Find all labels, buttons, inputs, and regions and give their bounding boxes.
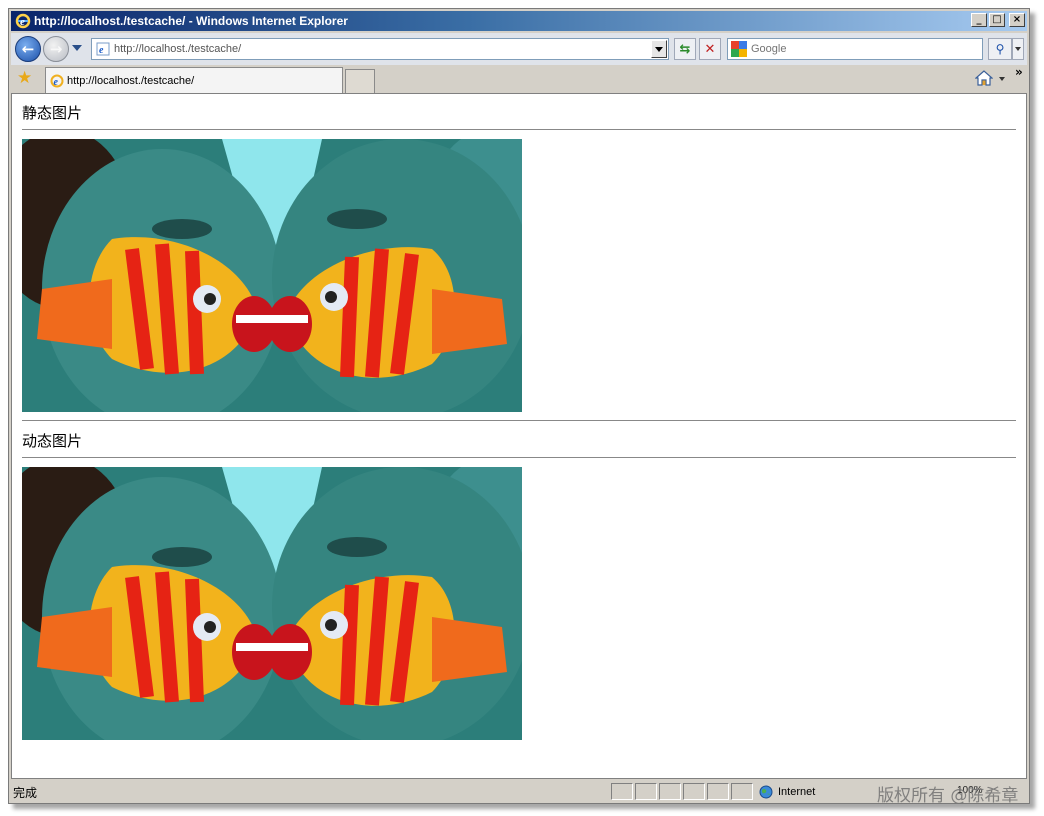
- page-content: 静态图片 动态图片: [11, 93, 1027, 779]
- search-input[interactable]: [751, 43, 971, 55]
- svg-text:e: e: [99, 45, 104, 56]
- title-bar[interactable]: e http://localhost./testcache/ - Windows…: [11, 11, 1027, 31]
- status-bar: 完成 Internet 100% 版权所有 @陈希章: [11, 781, 1027, 806]
- divider: [22, 420, 1016, 421]
- address-input[interactable]: [114, 43, 654, 55]
- copyright-watermark: 版权所有 @陈希章: [877, 786, 1019, 806]
- dynamic-image-heading: 动态图片: [22, 432, 83, 450]
- window-controls: _ □ ×: [971, 13, 1025, 27]
- refresh-icon: ⇆: [679, 41, 691, 57]
- svg-text:e: e: [54, 77, 59, 88]
- divider: [22, 129, 1016, 130]
- tab-title: http://localhost./testcache/: [67, 74, 195, 87]
- static-image: [22, 139, 522, 412]
- status-cell: [611, 783, 633, 800]
- refresh-button[interactable]: ⇆: [674, 38, 696, 60]
- toolbar-overflow-chevrons[interactable]: »: [1015, 65, 1023, 79]
- stop-icon: ✕: [704, 41, 716, 57]
- status-cell: [731, 783, 753, 800]
- static-image-heading: 静态图片: [22, 104, 83, 122]
- globe-icon: [759, 785, 773, 798]
- tab-active[interactable]: e http://localhost./testcache/: [45, 67, 343, 93]
- new-tab-button[interactable]: [345, 69, 375, 93]
- svg-text:e: e: [20, 16, 25, 28]
- navigation-bar: ← → e ⇆ ✕ ⚲: [11, 33, 1027, 65]
- status-text: 完成: [13, 786, 38, 800]
- home-icon[interactable]: [975, 70, 993, 86]
- maximize-button[interactable]: □: [989, 13, 1005, 27]
- ie-icon: e: [15, 13, 31, 29]
- search-options-button[interactable]: [1012, 38, 1024, 60]
- google-icon: [731, 41, 747, 57]
- search-button[interactable]: ⚲: [988, 38, 1012, 60]
- dynamic-image: [22, 467, 522, 740]
- security-zone[interactable]: Internet: [759, 783, 815, 800]
- chevron-down-icon: [655, 46, 663, 52]
- forward-icon: →: [49, 40, 63, 58]
- browser-window: e http://localhost./testcache/ - Windows…: [8, 8, 1030, 806]
- window-title: http://localhost./testcache/ - Windows I…: [34, 14, 348, 28]
- home-dropdown-button[interactable]: [999, 77, 1005, 81]
- search-box[interactable]: [727, 38, 983, 60]
- stop-button[interactable]: ✕: [699, 38, 721, 60]
- address-bar[interactable]: e: [91, 38, 669, 60]
- status-cell: [707, 783, 729, 800]
- status-cell: [635, 783, 657, 800]
- minimize-button[interactable]: _: [971, 13, 987, 27]
- search-icon: ⚲: [995, 42, 1005, 56]
- close-button[interactable]: ×: [1009, 13, 1025, 27]
- back-icon: ←: [21, 40, 35, 58]
- ie-icon: e: [50, 74, 64, 88]
- status-cell: [659, 783, 681, 800]
- address-dropdown-button[interactable]: [651, 40, 667, 58]
- forward-button[interactable]: →: [43, 36, 69, 62]
- back-button[interactable]: ←: [15, 36, 41, 62]
- chevron-down-icon: [1015, 47, 1021, 51]
- status-cell: [683, 783, 705, 800]
- divider: [22, 457, 1016, 458]
- recent-pages-dropdown[interactable]: [72, 45, 82, 51]
- ie-page-icon: e: [96, 42, 110, 56]
- tab-bar: ★ e http://localhost./testcache/ »: [11, 65, 1027, 93]
- zone-label: Internet: [778, 785, 816, 798]
- favorites-star-icon[interactable]: ★: [17, 69, 32, 87]
